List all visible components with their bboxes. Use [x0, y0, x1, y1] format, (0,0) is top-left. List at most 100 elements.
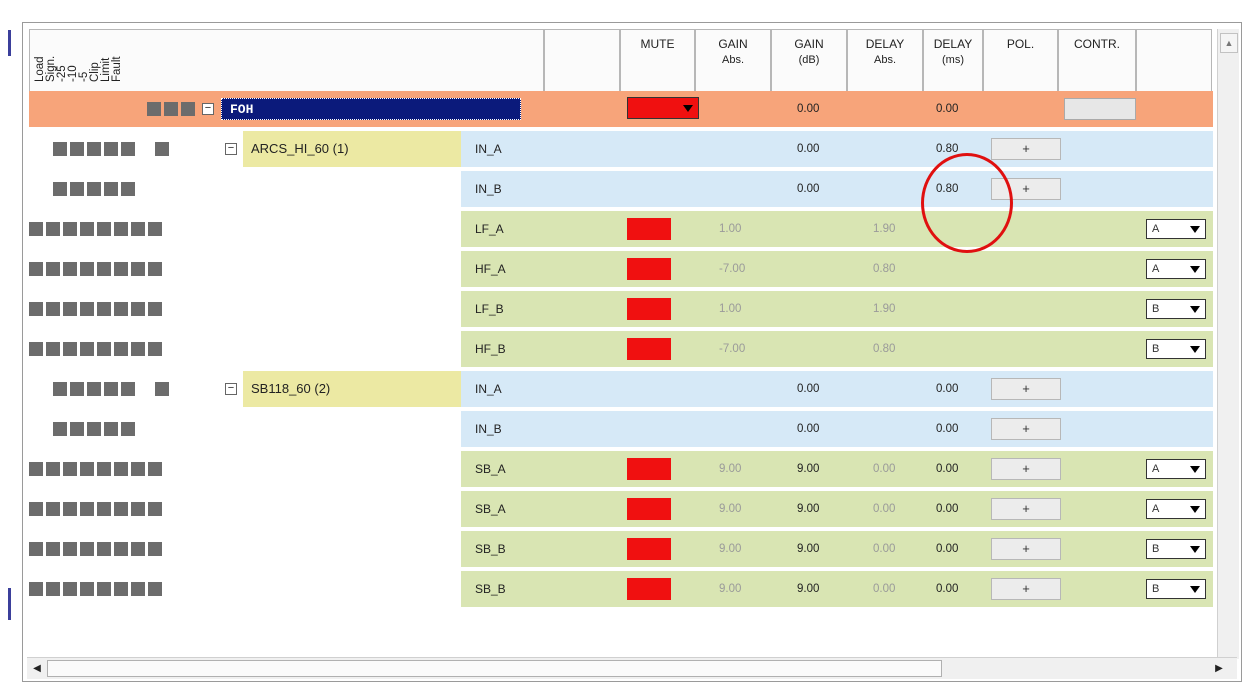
delay-abs-value[interactable]: 0.80 [873, 331, 895, 367]
channel-select-dropdown[interactable]: B [1146, 579, 1206, 599]
mute-button[interactable] [627, 298, 671, 320]
delay-abs-value[interactable]: 0.80 [873, 251, 895, 287]
meter-led [46, 342, 60, 356]
gain-abs-value[interactable]: 9.00 [719, 491, 741, 527]
gain-abs-value[interactable]: 1.00 [719, 211, 741, 247]
gain-abs-value[interactable]: 9.00 [719, 451, 741, 487]
delay-ms-value[interactable]: 0.00 [936, 491, 958, 527]
polarity-button[interactable]: + [991, 498, 1061, 520]
device-name[interactable]: ARCS_HI_60 (1) [243, 131, 461, 167]
gain-db-value[interactable]: 9.00 [797, 531, 819, 567]
header-gain-db-label: GAIN [794, 37, 824, 51]
channel-select-dropdown[interactable]: A [1146, 259, 1206, 279]
scroll-right-arrow-icon[interactable]: ▶ [1211, 661, 1227, 677]
channel-select-dropdown[interactable]: B [1146, 299, 1206, 319]
channel-row-3[interactable]: LF_A 1.00 1.90 A [29, 211, 1213, 247]
delay-abs-value[interactable]: 0.00 [873, 451, 895, 487]
meter-led [181, 102, 195, 116]
mute-button[interactable] [627, 258, 671, 280]
chevron-down-icon [1190, 306, 1200, 313]
meter-led [97, 582, 111, 596]
device-name[interactable]: SB118_60 (2) [243, 371, 461, 407]
gain-abs-value[interactable]: 1.00 [719, 291, 741, 327]
channel-row-1[interactable]: − ARCS_HI_60 (1) IN_A 0.00 0.80 + [29, 131, 1213, 167]
meter-led [148, 582, 162, 596]
delay-ms-value[interactable]: 0.00 [936, 371, 958, 407]
channel-row-2[interactable]: IN_B 0.00 0.80 + [29, 171, 1213, 207]
header-delay-ms-label: DELAY [933, 37, 973, 51]
channel-select-dropdown[interactable]: A [1146, 499, 1206, 519]
meter-led [63, 262, 77, 276]
delay-abs-value[interactable]: 1.90 [873, 291, 895, 327]
meter-led [104, 182, 118, 196]
channel-row-5[interactable]: LF_B 1.00 1.90 B [29, 291, 1213, 327]
channel-select-dropdown[interactable]: B [1146, 339, 1206, 359]
delay-abs-value[interactable]: 0.00 [873, 571, 895, 607]
collapse-toggle-icon[interactable]: − [202, 103, 214, 115]
collapse-toggle-icon[interactable]: − [225, 383, 237, 395]
gain-db-value[interactable]: 9.00 [797, 451, 819, 487]
mute-button[interactable] [627, 458, 671, 480]
meter-led [148, 342, 162, 356]
gain-db-value[interactable]: 9.00 [797, 491, 819, 527]
gain-abs-value[interactable]: 9.00 [719, 571, 741, 607]
meter-led [46, 582, 60, 596]
gain-db-value[interactable]: 0.00 [797, 411, 819, 447]
delay-abs-value[interactable]: 0.00 [873, 531, 895, 567]
gain-abs-value[interactable]: -7.00 [719, 331, 745, 367]
channel-row-6[interactable]: HF_B -7.00 0.80 B [29, 331, 1213, 367]
contr-button[interactable] [1064, 98, 1136, 120]
channel-row-11[interactable]: SB_B 9.00 9.00 0.00 0.00 + B [29, 531, 1213, 567]
channel-row-10[interactable]: SB_A 9.00 9.00 0.00 0.00 + A [29, 491, 1213, 527]
margin-mark-bottom [8, 588, 11, 620]
gain-db-value[interactable]: 0.00 [797, 131, 819, 167]
header-gain-abs-label: GAIN [718, 37, 748, 51]
gain-db-value: 0.00 [797, 103, 820, 115]
delay-ms-value[interactable]: 0.00 [936, 531, 958, 567]
horizontal-scroll-thumb[interactable] [47, 660, 942, 677]
channel-label: IN_A [475, 382, 502, 396]
horizontal-scrollbar[interactable]: ◀ ▶ [27, 657, 1237, 679]
channel-row-4[interactable]: HF_A -7.00 0.80 A [29, 251, 1213, 287]
mute-button[interactable] [627, 218, 671, 240]
channel-row-8[interactable]: IN_B 0.00 0.00 + [29, 411, 1213, 447]
mute-button[interactable] [627, 578, 671, 600]
polarity-button[interactable]: + [991, 458, 1061, 480]
polarity-button[interactable]: + [991, 578, 1061, 600]
channel-select-dropdown[interactable]: A [1146, 459, 1206, 479]
mute-button[interactable] [627, 338, 671, 360]
gain-db-value[interactable]: 9.00 [797, 571, 819, 607]
delay-ms-value[interactable]: 0.00 [936, 411, 958, 447]
scroll-up-arrow-icon[interactable]: ▲ [1220, 33, 1238, 53]
group-name[interactable]: FOH [221, 98, 521, 120]
polarity-button[interactable]: + [991, 418, 1061, 440]
mute-button[interactable] [627, 498, 671, 520]
delay-abs-value[interactable]: 1.90 [873, 211, 895, 247]
mute-button[interactable] [627, 538, 671, 560]
delay-ms-value[interactable]: 0.00 [936, 571, 958, 607]
gain-db-value[interactable]: 0.00 [797, 171, 819, 207]
level-meters [147, 91, 195, 127]
channel-row-7[interactable]: − SB118_60 (2) IN_A 0.00 0.00 + [29, 371, 1213, 407]
channel-row-0[interactable]: − FOH 0.00 0.00 [29, 91, 1213, 127]
meter-led [80, 262, 94, 276]
channel-select-dropdown[interactable]: A [1146, 219, 1206, 239]
scroll-left-arrow-icon[interactable]: ◀ [29, 661, 45, 677]
gain-abs-value[interactable]: -7.00 [719, 251, 745, 287]
gain-abs-value[interactable]: 9.00 [719, 531, 741, 567]
polarity-button[interactable]: + [991, 138, 1061, 160]
output-band [461, 451, 1213, 487]
polarity-button[interactable]: + [991, 378, 1061, 400]
header-contr-label: CONTR. [1074, 37, 1120, 51]
polarity-button[interactable]: + [991, 538, 1061, 560]
header-delay-abs-sub: Abs. [873, 54, 896, 66]
channel-row-9[interactable]: SB_A 9.00 9.00 0.00 0.00 + A [29, 451, 1213, 487]
delay-ms-value[interactable]: 0.00 [936, 451, 958, 487]
vertical-scrollbar[interactable]: ▲ [1217, 29, 1239, 659]
mute-dropdown[interactable] [627, 97, 699, 119]
gain-db-value[interactable]: 0.00 [797, 371, 819, 407]
delay-abs-value[interactable]: 0.00 [873, 491, 895, 527]
channel-select-dropdown[interactable]: B [1146, 539, 1206, 559]
collapse-toggle-icon[interactable]: − [225, 143, 237, 155]
channel-row-12[interactable]: SB_B 9.00 9.00 0.00 0.00 + B [29, 571, 1213, 607]
